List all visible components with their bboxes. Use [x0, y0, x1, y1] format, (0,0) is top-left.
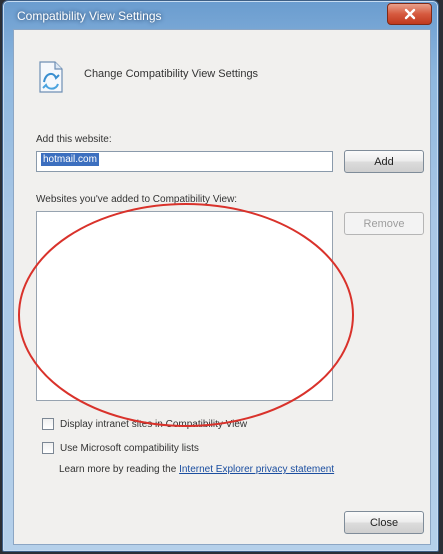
title-bar[interactable]: Compatibility View Settings	[3, 1, 438, 31]
intranet-option[interactable]: Display intranet sites in Compatibility …	[42, 418, 247, 430]
add-button[interactable]: Add	[344, 150, 424, 173]
dialog-window: Compatibility View Settings Change Compa…	[2, 0, 439, 552]
compatibility-view-icon	[39, 61, 63, 93]
remove-button[interactable]: Remove	[344, 212, 424, 235]
privacy-statement-link[interactable]: Internet Explorer privacy statement	[179, 464, 334, 475]
dialog-body: Change Compatibility View Settings Add t…	[13, 29, 431, 545]
input-selected-text: hotmail.com	[41, 153, 99, 166]
add-website-input[interactable]: hotmail.com	[36, 151, 333, 172]
add-button-label: Add	[374, 155, 394, 168]
microsoft-lists-option[interactable]: Use Microsoft compatibility lists	[42, 442, 199, 454]
window-title: Compatibility View Settings	[17, 9, 162, 23]
learn-more-text: Learn more by reading the Internet Explo…	[59, 464, 334, 475]
close-button[interactable]: Close	[344, 511, 424, 534]
websites-list[interactable]	[36, 211, 333, 401]
learn-more-prefix: Learn more by reading the	[59, 464, 177, 475]
close-window-button[interactable]	[387, 3, 432, 25]
intranet-checkbox[interactable]	[42, 418, 54, 430]
websites-list-label: Websites you've added to Compatibility V…	[36, 194, 238, 205]
microsoft-lists-label: Use Microsoft compatibility lists	[60, 442, 199, 454]
header-title: Change Compatibility View Settings	[84, 68, 259, 80]
close-button-label: Close	[369, 516, 399, 529]
microsoft-lists-checkbox[interactable]	[42, 442, 54, 454]
close-icon	[404, 8, 415, 20]
remove-button-label: Remove	[363, 217, 405, 230]
intranet-label: Display intranet sites in Compatibility …	[60, 418, 248, 430]
add-website-label: Add this website:	[36, 134, 112, 145]
